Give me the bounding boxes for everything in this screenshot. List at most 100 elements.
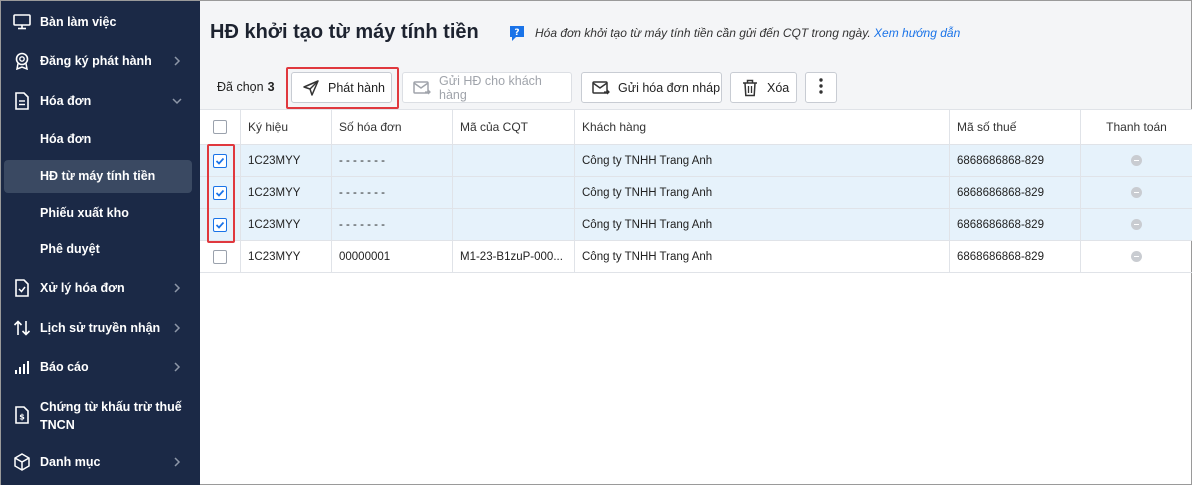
select-all-checkbox[interactable] [213, 120, 227, 134]
cell-khach-hang: Công ty TNHH Trang Anh [574, 241, 949, 272]
cell-ma-cqt: M1-23-B1zuP-000... [452, 241, 574, 272]
send-to-customer-label: Gửi HĐ cho khách hàng [439, 73, 542, 102]
cell-ma-so-thue: 6868686868-829 [949, 241, 1080, 272]
cell-ma-so-thue: 6868686868-829 [949, 209, 1080, 240]
sidebar-item-tax-withholding[interactable]: $ Chứng từ khấu trừ thuế TNCN [1, 395, 200, 435]
unpaid-status-icon [1131, 155, 1142, 166]
svg-text:?: ? [514, 28, 519, 38]
svg-text:$: $ [19, 413, 25, 422]
delete-button[interactable]: Xóa [730, 72, 797, 103]
badge-icon [13, 52, 31, 70]
unpaid-status-icon [1131, 219, 1142, 230]
cell-thanh-toan [1080, 241, 1192, 272]
sidebar-item-label-line1: Chứng từ khấu trừ thuế [40, 400, 182, 414]
chevron-down-icon [171, 95, 183, 107]
mail-send-icon [592, 79, 610, 97]
hint-message: Hóa đơn khởi tạo từ máy tính tiền cần gử… [535, 26, 960, 40]
column-header-so-hoa-don[interactable]: Số hóa đơn [331, 110, 452, 144]
table-row[interactable]: 1C23MYY - - - - - - - Công ty TNHH Trang… [200, 177, 1192, 209]
sidebar-item-dashboard[interactable]: Bàn làm việc [1, 11, 200, 33]
bar-chart-icon [13, 358, 31, 376]
delete-button-label: Xóa [767, 80, 790, 95]
sidebar-subitem-pos-invoices[interactable]: HĐ từ máy tính tiền [40, 169, 155, 183]
cell-so-hoa-don: - - - - - - - [331, 177, 452, 208]
page-header: HĐ khởi tạo từ máy tính tiền ? Hóa đơn k… [200, 1, 1191, 65]
column-header-ma-cqt[interactable]: Mã của CQT [452, 110, 574, 144]
main-content: HĐ khởi tạo từ máy tính tiền ? Hóa đơn k… [200, 1, 1192, 484]
unpaid-status-icon [1131, 187, 1142, 198]
cell-khach-hang: Công ty TNHH Trang Anh [574, 145, 949, 176]
sidebar-item-registration[interactable]: Đăng ký phát hành [1, 50, 200, 72]
sidebar-item-transfer-history[interactable]: Lịch sử truyền nhận [1, 317, 200, 339]
transfer-arrows-icon [13, 319, 31, 337]
selected-count: 3 [267, 80, 275, 94]
selected-label: Đã chọn [217, 80, 264, 94]
row-select-cell [200, 241, 240, 272]
cube-icon [13, 453, 31, 471]
sidebar-item-label: Chứng từ khấu trừ thuế TNCN [40, 398, 182, 434]
page-title: HĐ khởi tạo từ máy tính tiền [210, 21, 479, 43]
cell-khach-hang: Công ty TNHH Trang Anh [574, 209, 949, 240]
sidebar-item-invoices[interactable]: Hóa đơn [1, 90, 200, 112]
cell-so-hoa-don: - - - - - - - [331, 145, 452, 176]
sidebar-subitem-delivery-note[interactable]: Phiếu xuất kho [40, 206, 129, 220]
cell-ky-hieu: 1C23MYY [240, 241, 331, 272]
chevron-right-icon [171, 361, 183, 373]
help-icon: ? [509, 25, 525, 42]
cell-thanh-toan [1080, 145, 1192, 176]
cell-ma-cqt [452, 209, 574, 240]
toolbar: Đã chọn 3 Phát hành Gửi HĐ cho khách hàng… [200, 65, 1191, 109]
sidebar-item-label: Xử lý hóa đơn [40, 281, 125, 295]
sidebar-item-catalog[interactable]: Danh mục [1, 451, 200, 473]
more-options-button[interactable] [805, 72, 837, 103]
send-draft-label: Gửi hóa đơn nháp [618, 80, 721, 95]
sidebar-item-label: Bàn làm việc [40, 15, 117, 29]
tax-document-icon: $ [13, 406, 31, 424]
row-checkbox[interactable] [213, 249, 227, 264]
cell-ky-hieu: 1C23MYY [240, 145, 331, 176]
more-vertical-icon [819, 78, 823, 97]
cell-so-hoa-don: 00000001 [331, 241, 452, 272]
cell-khach-hang: Công ty TNHH Trang Anh [574, 177, 949, 208]
document-icon [13, 92, 31, 110]
sidebar-item-invoice-processing[interactable]: Xử lý hóa đơn [1, 277, 200, 299]
sidebar-subitem-approval[interactable]: Phê duyệt [40, 242, 100, 256]
help-link[interactable]: Xem hướng dẫn [874, 26, 960, 40]
sidebar: Bàn làm việc Đăng ký phát hành Hóa đơn H… [1, 1, 200, 485]
cell-thanh-toan [1080, 209, 1192, 240]
cell-thanh-toan [1080, 177, 1192, 208]
sidebar-item-label: Danh mục [40, 455, 101, 469]
sidebar-item-label-line2: TNCN [40, 418, 75, 432]
document-check-icon [13, 279, 31, 297]
select-all-cell [200, 110, 240, 144]
sidebar-item-label: Đăng ký phát hành [40, 54, 152, 68]
monitor-icon [13, 13, 31, 31]
unpaid-status-icon [1131, 251, 1142, 262]
mail-send-icon [413, 79, 431, 97]
cell-ma-so-thue: 6868686868-829 [949, 145, 1080, 176]
chevron-right-icon [171, 282, 183, 294]
cell-ma-so-thue: 6868686868-829 [949, 177, 1080, 208]
table-header-row: Ký hiệu Số hóa đơn Mã của CQT Khách hàng… [200, 109, 1192, 145]
sidebar-item-label: Lịch sử truyền nhận [40, 321, 161, 335]
sidebar-item-reports[interactable]: Báo cáo [1, 356, 200, 378]
send-draft-button[interactable]: Gửi hóa đơn nháp [581, 72, 722, 103]
column-header-khach-hang[interactable]: Khách hàng [574, 110, 949, 144]
send-to-customer-button[interactable]: Gửi HĐ cho khách hàng [402, 72, 572, 103]
table-row[interactable]: 1C23MYY - - - - - - - Công ty TNHH Trang… [200, 209, 1192, 241]
selected-indicator: Đã chọn 3 [217, 80, 275, 94]
column-header-ky-hieu[interactable]: Ký hiệu [240, 110, 331, 144]
cell-so-hoa-don: - - - - - - - [331, 209, 452, 240]
trash-icon [741, 79, 759, 97]
table-row[interactable]: 1C23MYY 00000001 M1-23-B1zuP-000... Công… [200, 241, 1192, 273]
chevron-right-icon [171, 456, 183, 468]
chevron-right-icon [171, 322, 183, 334]
column-header-ma-so-thue[interactable]: Mã số thuế [949, 110, 1080, 144]
cell-ma-cqt [452, 177, 574, 208]
sidebar-subitem-invoices[interactable]: Hóa đơn [40, 132, 91, 146]
hint-text: Hóa đơn khởi tạo từ máy tính tiền cần gử… [535, 26, 871, 40]
column-header-thanh-toan[interactable]: Thanh toán [1080, 110, 1192, 144]
sidebar-item-label: Báo cáo [40, 360, 89, 374]
publish-highlight-box [286, 67, 399, 109]
table-row[interactable]: 1C23MYY - - - - - - - Công ty TNHH Trang… [200, 145, 1192, 177]
